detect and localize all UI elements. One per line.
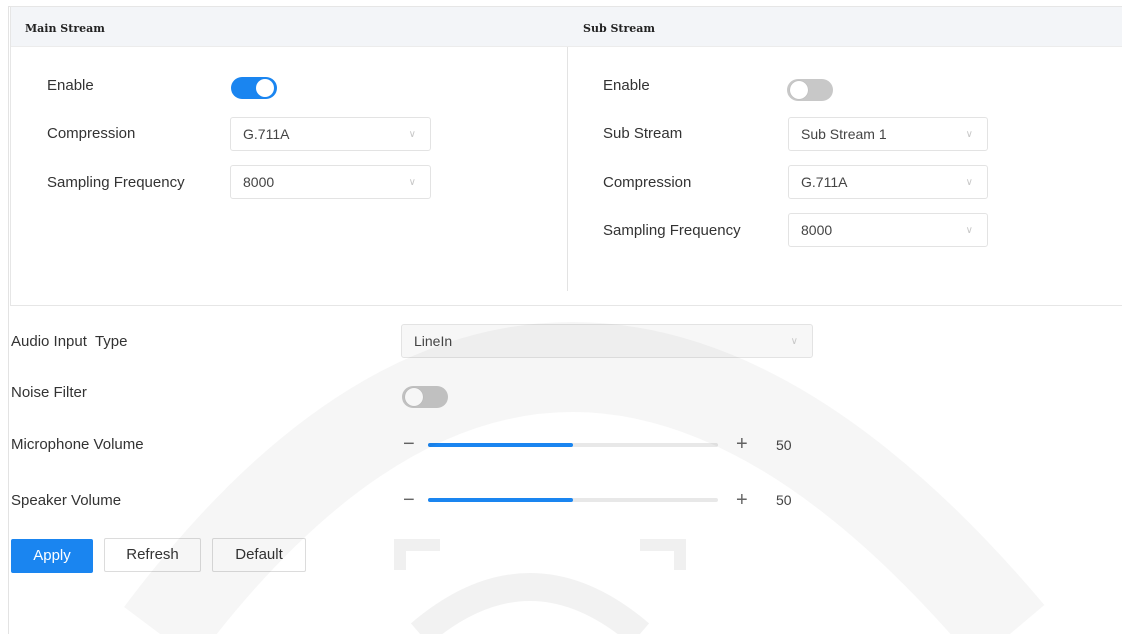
main-stream-title: Main Stream bbox=[25, 22, 105, 35]
speaker-volume-slider[interactable] bbox=[428, 498, 718, 502]
stream-panel: Main Stream Sub Stream bbox=[10, 6, 1122, 306]
microphone-volume-plus-button[interactable]: + bbox=[736, 434, 748, 454]
default-button[interactable]: Default bbox=[212, 538, 306, 572]
main-compression-label: Compression bbox=[47, 125, 136, 142]
sub-compression-select[interactable]: G.711A ∨ bbox=[788, 165, 988, 199]
main-sampling-value: 8000 bbox=[243, 174, 275, 190]
main-sampling-select[interactable]: 8000 ∨ bbox=[230, 165, 431, 199]
noise-filter-toggle[interactable] bbox=[402, 386, 448, 408]
speaker-volume-value: 50 bbox=[776, 492, 792, 508]
audio-input-type-value: LineIn bbox=[414, 333, 453, 349]
main-compression-select[interactable]: G.711A ∨ bbox=[230, 117, 431, 151]
microphone-volume-fill bbox=[428, 443, 573, 447]
audio-input-type-label: Audio Input Type bbox=[11, 333, 128, 350]
main-compression-value: G.711A bbox=[243, 126, 290, 142]
column-divider bbox=[567, 47, 568, 291]
toggle-knob bbox=[405, 388, 423, 406]
chevron-down-icon: ∨ bbox=[965, 129, 973, 140]
speaker-volume-plus-button[interactable]: + bbox=[736, 490, 748, 510]
toggle-knob bbox=[790, 81, 808, 99]
sub-enable-label: Enable bbox=[603, 77, 650, 94]
apply-button[interactable]: Apply bbox=[11, 539, 93, 573]
toggle-knob bbox=[256, 79, 274, 97]
sub-stream-select[interactable]: Sub Stream 1 ∨ bbox=[788, 117, 988, 151]
sub-compression-label: Compression bbox=[603, 174, 692, 191]
audio-input-type-select[interactable]: LineIn ∨ bbox=[401, 324, 813, 358]
sub-enable-toggle[interactable] bbox=[787, 79, 833, 101]
noise-filter-label: Noise Filter bbox=[11, 384, 87, 401]
speaker-volume-minus-button[interactable]: − bbox=[403, 490, 415, 510]
main-enable-label: Enable bbox=[47, 77, 94, 94]
sub-sampling-value: 8000 bbox=[801, 222, 833, 238]
microphone-volume-value: 50 bbox=[776, 437, 792, 453]
sub-compression-value: G.711A bbox=[801, 174, 848, 190]
microphone-volume-label: Microphone Volume bbox=[11, 436, 144, 453]
sub-stream-title: Sub Stream bbox=[583, 22, 656, 35]
microphone-volume-slider[interactable] bbox=[428, 443, 718, 447]
sub-stream-label: Sub Stream bbox=[603, 125, 683, 142]
speaker-volume-fill bbox=[428, 498, 573, 502]
main-sampling-label: Sampling Frequency bbox=[47, 174, 185, 191]
microphone-volume-minus-button[interactable]: − bbox=[403, 434, 415, 454]
stream-panel-header: Main Stream Sub Stream bbox=[11, 7, 1122, 47]
speaker-volume-label: Speaker Volume bbox=[11, 492, 122, 509]
chevron-down-icon: ∨ bbox=[790, 336, 798, 347]
refresh-button[interactable]: Refresh bbox=[104, 538, 201, 572]
sub-stream-value: Sub Stream 1 bbox=[801, 126, 887, 142]
main-enable-toggle[interactable] bbox=[231, 77, 277, 99]
chevron-down-icon: ∨ bbox=[408, 129, 416, 140]
chevron-down-icon: ∨ bbox=[965, 177, 973, 188]
sub-sampling-label: Sampling Frequency bbox=[603, 222, 741, 239]
chevron-down-icon: ∨ bbox=[408, 177, 416, 188]
sub-sampling-select[interactable]: 8000 ∨ bbox=[788, 213, 988, 247]
chevron-down-icon: ∨ bbox=[965, 225, 973, 236]
